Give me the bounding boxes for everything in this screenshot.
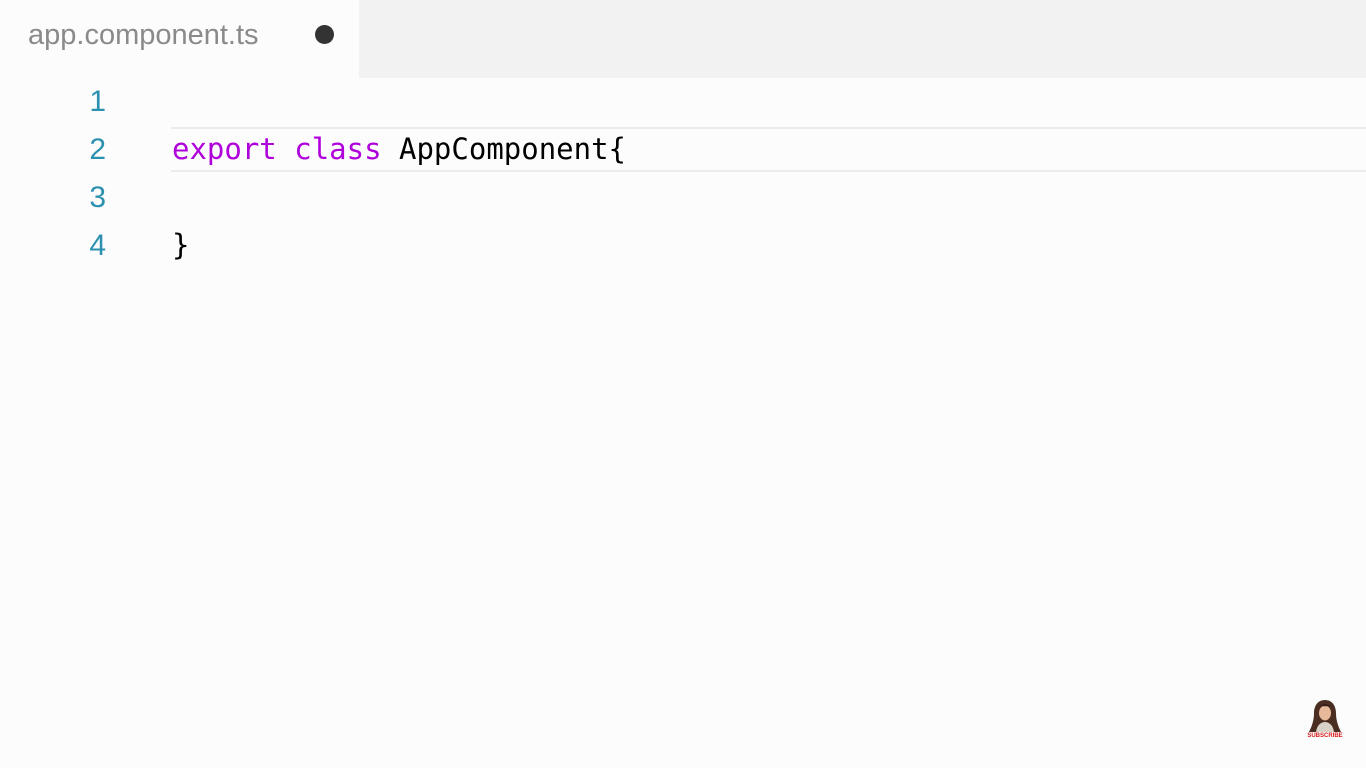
avatar-icon: [1309, 700, 1341, 732]
closing-brace: }: [172, 228, 190, 262]
code-line-2: 2 export class AppComponent{: [0, 126, 1366, 173]
code-text: export class AppComponent{: [172, 126, 626, 173]
keyword-export: export: [172, 132, 277, 166]
code-line-4: 4 }: [0, 222, 1366, 269]
class-name: AppComponent{: [399, 132, 626, 166]
subscribe-label: SUBSCRIBE: [1307, 733, 1343, 739]
unsaved-dot-icon[interactable]: [315, 25, 334, 44]
line-number: 3: [89, 181, 106, 214]
tab-bar: app.component.ts: [0, 0, 1366, 78]
line-number: 4: [89, 229, 106, 262]
keyword-class: class: [294, 132, 382, 166]
line-number: 2: [89, 133, 106, 166]
code-line-1: 1: [0, 78, 1366, 125]
code-line-3: 3: [0, 174, 1366, 221]
editor-area[interactable]: 1 2 export class AppComponent{ 3 4 }: [0, 78, 1366, 768]
channel-watermark[interactable]: SUBSCRIBE: [1305, 698, 1345, 742]
line-number: 1: [89, 85, 106, 118]
tab-title: app.component.ts: [28, 19, 259, 51]
tab-app-component-ts[interactable]: app.component.ts: [0, 0, 359, 78]
code-editor-window: app.component.ts 1 2 export class AppCom…: [0, 0, 1366, 768]
